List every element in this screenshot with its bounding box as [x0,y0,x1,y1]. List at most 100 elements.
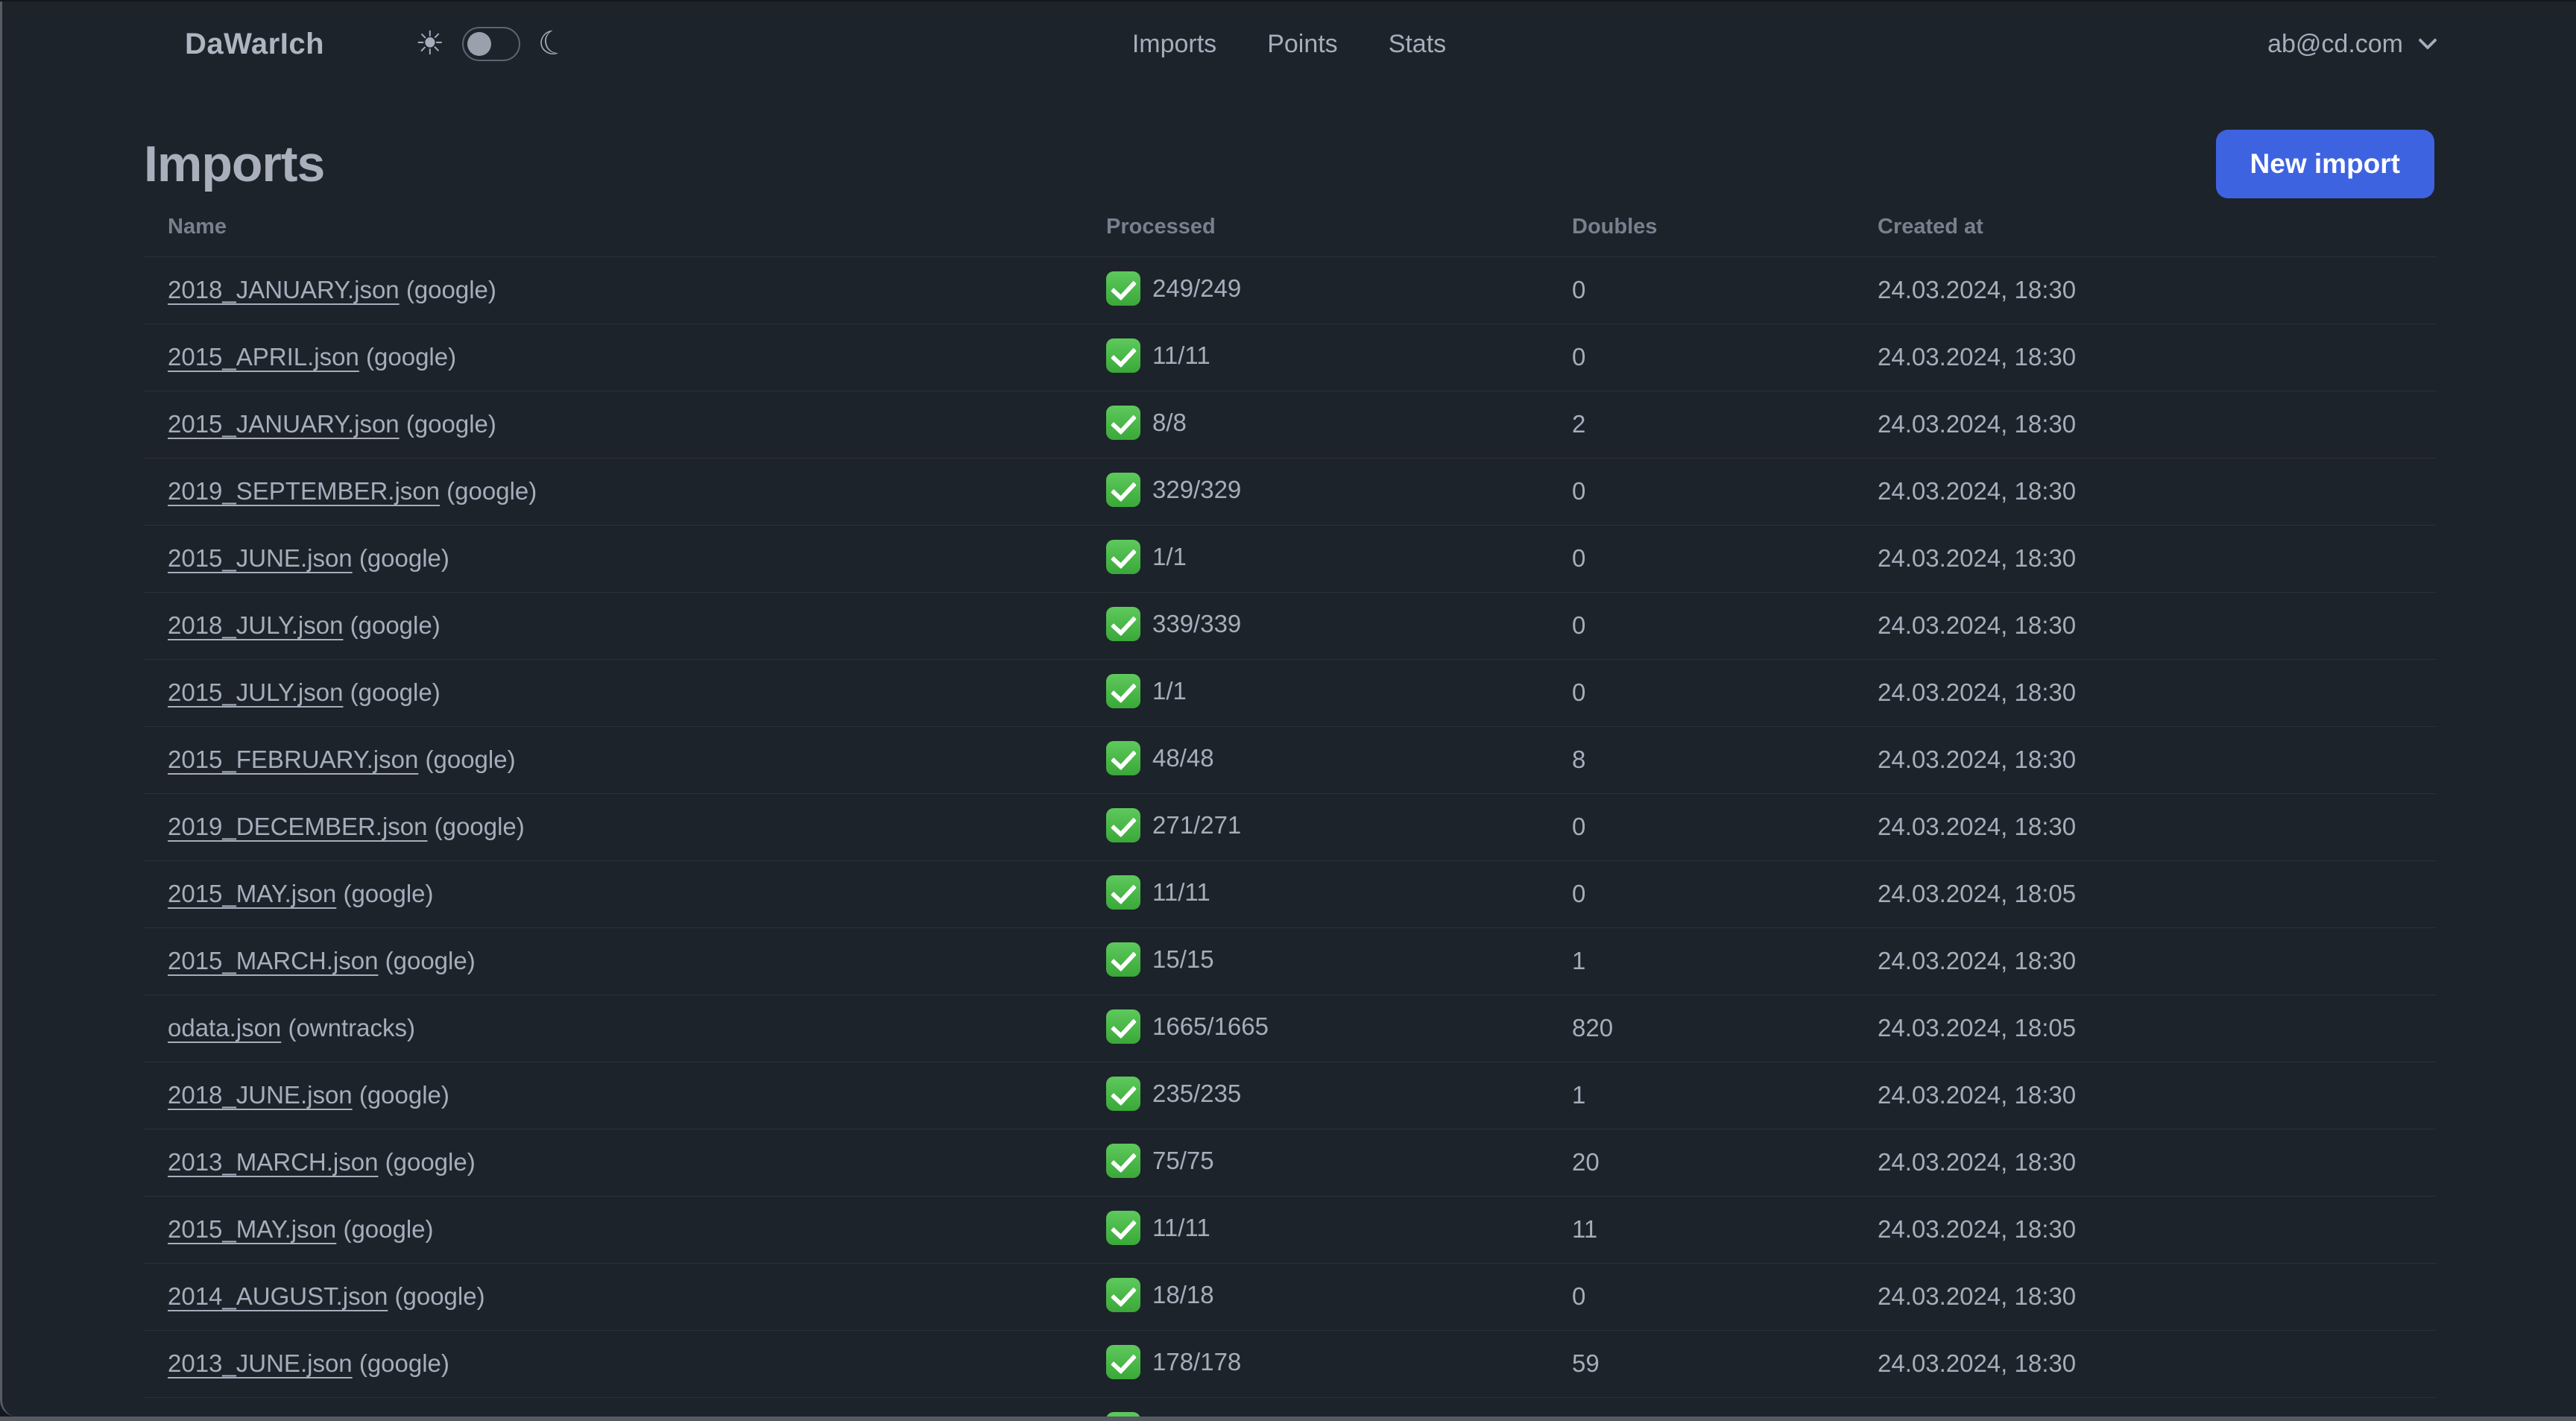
theme-switch[interactable] [462,27,521,61]
cell-created-at: 24.03.2024, 18:30 [1877,1330,2437,1398]
import-source: (google) [378,947,476,974]
user-menu[interactable]: ab@cd.com [2267,30,2437,59]
success-check-icon [1106,1009,1140,1045]
nav-link-imports[interactable]: Imports [1132,30,1216,59]
new-import-button[interactable]: New import [2215,130,2434,198]
processed-count: 75/75 [1152,1146,1214,1174]
cell-name: 2015_FEBRUARY.json (google) [144,726,1105,794]
table-row: 2015_MAY.json (google) 11/11 0 24.03.2024, … [144,860,2437,928]
import-file-link[interactable]: 2013_MARCH.json [168,1148,378,1176]
processed-count: 1/1 [1152,676,1187,705]
cell-name: 2015_APRIL.json (google) [144,324,1105,391]
import-file-link[interactable]: odata.json [168,1014,281,1042]
table-row: 2015_MAY.json (google) 11/11 11 24.03.2024,… [144,1196,2437,1264]
processed-count: 18/18 [1152,1280,1214,1308]
table-row: 2013_JUNE.json (google) 178/178 59 24.03.20… [144,1330,2437,1398]
import-file-link[interactable]: 2019_DECEMBER.json [168,813,428,840]
cell-name: odata.json (owntracks) [144,995,1105,1062]
cell-doubles: 0 [1571,793,1877,861]
import-source: (google) [427,813,525,840]
cell-processed: 329/329 [1105,458,1571,526]
table-row: 2018_JULY.json (google) 339/339 0 24.03.202… [144,592,2437,660]
import-file-link[interactable]: 2014_AUGUST.json [168,1282,388,1310]
column-header-doubles: Doubles [1571,198,1877,257]
table-row: 2015_MARCH.json (google) 15/15 1 24.03.2024… [144,927,2437,995]
import-file-link[interactable]: 2015_MARCH.json [168,947,378,974]
import-file-link[interactable]: 2015_JUNE.json [168,544,353,572]
processed-count: 339/339 [1152,609,1242,637]
cell-doubles: 0 [1571,324,1877,391]
nav-link-points[interactable]: Points [1267,30,1338,59]
success-check-icon [1106,741,1140,776]
import-file-link[interactable]: 2018_JUNE.json [168,1081,353,1109]
import-source: (google) [352,1349,449,1377]
cell-created-at: 24.03.2024, 18:30 [1877,1129,2437,1197]
success-check-icon [1106,1077,1140,1112]
cell-created-at: 24.03.2024, 18:30 [1877,1196,2437,1264]
table-row: 2015_JULY.json (google) 1/1 0 24.03.2024, 1… [144,659,2437,727]
cell-doubles [1571,1397,1877,1417]
cell-created-at: 24.03.2024, 18:30 [1877,1263,2437,1331]
success-check-icon [1106,1345,1140,1380]
cell-doubles: 1 [1571,927,1877,995]
success-check-icon [1106,674,1140,709]
cell-doubles: 0 [1571,256,1877,324]
cell-doubles: 2 [1571,391,1877,459]
success-check-icon [1106,338,1140,374]
table-row: 2013_MARCH.json (google) 75/75 20 24.03.202… [144,1129,2437,1197]
cell-processed [1105,1397,1571,1417]
import-file-link[interactable]: 2019_SEPTEMBER.json [168,477,440,505]
table-header-row: Name Processed Doubles Created at [144,198,2437,257]
import-file-link[interactable]: 2013_JUNE.json [168,1349,353,1377]
main-content: Imports New import Name Processed Double… [2,130,2576,1417]
table-row: 2014_AUGUST.json (google) 18/18 0 24.03.202… [144,1263,2437,1331]
success-check-icon [1106,875,1140,910]
window-bottom-edge [0,1417,2576,1421]
success-check-icon [1106,406,1140,441]
processed-count: 8/8 [1152,408,1187,436]
cell-doubles: 1 [1571,1062,1877,1129]
success-check-icon [1106,473,1140,508]
theme-toggle: ☀ ☾ [415,22,572,65]
table-row: 2015_JANUARY.json (google) 8/8 2 24.03.2024… [144,391,2437,459]
navbar: DaWarIch ☀ ☾ Imports Points Stats ab@cd.… [2,1,2576,86]
cell-created-at: 24.03.2024, 18:05 [1877,860,2437,928]
cell-processed: 75/75 [1105,1129,1571,1197]
import-file-link[interactable]: 2015_MAY.json [168,880,336,907]
cell-name: 2015_MAY.json (google) [144,860,1105,928]
cell-doubles: 11 [1571,1196,1877,1264]
nav-link-stats[interactable]: Stats [1389,30,1446,59]
cell-doubles: 59 [1571,1330,1877,1398]
cell-name: 2014_AUGUST.json (google) [144,1263,1105,1331]
cell-doubles: 8 [1571,726,1877,794]
cell-created-at [1877,1397,2437,1417]
cell-processed: 8/8 [1105,391,1571,459]
cell-processed: 11/11 [1105,860,1571,928]
app-logo[interactable]: DaWarIch [185,28,324,61]
success-check-icon [1106,942,1140,977]
cell-created-at: 24.03.2024, 18:30 [1877,659,2437,727]
table-row: 2019_SEPTEMBER.json (google) 329/329 0 24.0… [144,458,2437,526]
cell-created-at: 24.03.2024, 18:30 [1877,324,2437,391]
cell-created-at: 24.03.2024, 18:30 [1877,256,2437,324]
table-row: 2019_DECEMBER.json (google) 271/271 0 24.03… [144,793,2437,861]
cell-name: 2019_DECEMBER.json (google) [144,793,1105,861]
cell-doubles: 0 [1571,659,1877,727]
import-file-link[interactable]: 2015_JANUARY.json [168,410,400,438]
cell-doubles: 0 [1571,592,1877,660]
import-file-link[interactable]: 2015_APRIL.json [168,343,359,371]
import-file-link[interactable]: 2015_MAY.json [168,1215,336,1243]
import-file-link[interactable]: 2018_JULY.json [168,611,343,639]
column-header-processed: Processed [1105,198,1571,257]
cell-processed: 18/18 [1105,1263,1571,1331]
table-row: 2015_JUNE.json (google) 1/1 0 24.03.2024, 1… [144,525,2437,593]
import-source: (google) [336,1215,434,1243]
import-file-link[interactable]: 2015_FEBRUARY.json [168,746,418,773]
success-check-icon [1106,271,1140,306]
table-row [144,1397,2437,1417]
cell-created-at: 24.03.2024, 18:30 [1877,793,2437,861]
import-file-link[interactable]: 2015_JULY.json [168,678,343,706]
import-file-link[interactable]: 2018_JANUARY.json [168,276,400,303]
import-source: (google) [399,276,496,303]
cell-doubles: 0 [1571,525,1877,593]
